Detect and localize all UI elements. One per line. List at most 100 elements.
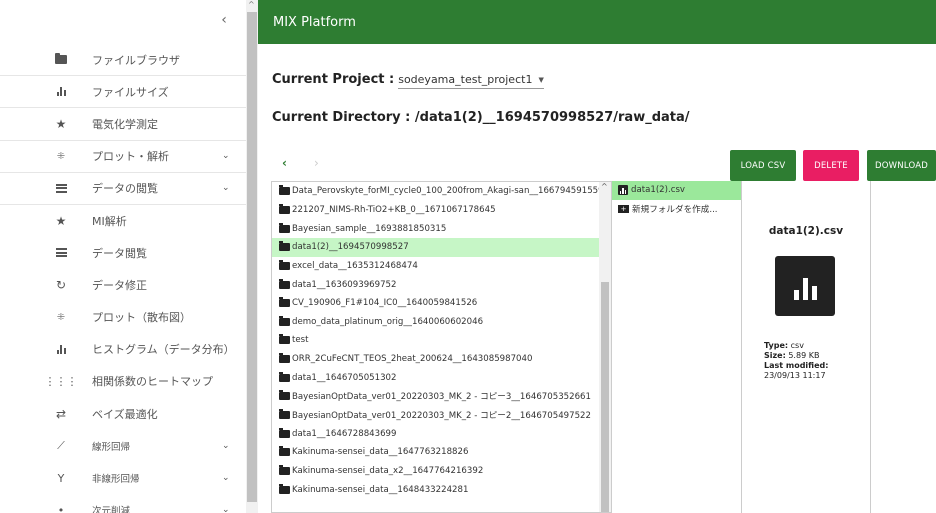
sidebar-item[interactable]: ⁜ プロット（散布図） — [0, 302, 246, 334]
folder-item[interactable]: Kakinuma-sensei_data__1648433224281 — [272, 480, 601, 499]
folder-list-scrollbar[interactable]: ^ — [599, 182, 611, 512]
folder-item[interactable]: data1(2)__1694570998527 — [272, 237, 601, 257]
sidebar-item-label: 電気化学測定 — [92, 117, 158, 131]
app-title: MIX Platform — [273, 14, 356, 30]
folder-icon — [279, 297, 290, 308]
scroll-up-arrow-icon[interactable]: ^ — [601, 182, 608, 191]
folder-icon — [279, 483, 290, 494]
folder-icon — [279, 390, 290, 401]
folder-item-label: Kakinuma-sensei_data__1647763218826 — [292, 447, 469, 458]
sidebar-scrollbar[interactable]: ^ — [246, 0, 258, 513]
sidebar-item[interactable]: ファイルサイズ — [0, 76, 246, 109]
folder-item[interactable]: data1__1646705051302 — [272, 368, 601, 387]
sidebar-item[interactable]: ファイルブラウザ — [0, 44, 246, 77]
sidebar-item[interactable]: ★ MI解析 — [0, 205, 246, 237]
sidebar-item[interactable]: データの閲覧 ⌄ — [0, 173, 246, 205]
file-item-label: data1(2).csv — [631, 185, 686, 196]
grid-icon: ⋮⋮⋮ — [44, 374, 78, 388]
folder-item-label: ORR_2CuFeCNT_TEOS_2heat_200624__16430859… — [292, 354, 533, 365]
folder-item[interactable]: BayesianOptData_ver01_20220303_MK_2 - コピ… — [272, 387, 601, 406]
sidebar-item-label: 非線形回帰 — [92, 474, 140, 486]
folder-item-label: Bayesian_sample__1693881850315 — [292, 223, 447, 234]
folder-item-label: data1(2)__1694570998527 — [292, 242, 409, 253]
folder-icon — [279, 409, 290, 419]
folder-item[interactable]: test — [272, 331, 601, 350]
folder-item-label: excel_data__1635312468474 — [292, 260, 418, 271]
project-select[interactable]: sodeyama_test_project1 ▼ — [398, 73, 544, 89]
folder-item-label: Kakinuma-sensei_data__1648433224281 — [292, 484, 469, 495]
sidebar-item[interactable]: ⇄ ベイズ最適化 — [0, 398, 246, 430]
sidebar: ‹ ファイルブラウザ ファイルサイズ ★ 電気化学測定 ⁜ プロット・解析 ⌄ データの閲覧 ⌄… — [0, 0, 246, 513]
list-icon — [54, 237, 68, 268]
sidebar-item[interactable]: ヒストグラム（データ分布） — [0, 334, 246, 366]
folder-icon — [279, 222, 290, 233]
sidebar-scroll-thumb[interactable] — [247, 12, 257, 502]
sidebar-item[interactable]: ⋮⋮⋮ 相関係数のヒートマップ — [0, 366, 246, 398]
folder-item[interactable]: data1__1636093969752 — [272, 275, 601, 294]
sidebar-item-label: データ修正 — [92, 278, 147, 292]
dot-icon: • — [57, 503, 65, 513]
sidebar-item[interactable]: ★ 電気化学測定 — [0, 108, 246, 141]
folder-item-label: demo_data_platinum_orig__1640060602046 — [292, 316, 484, 327]
folder-item[interactable]: 221207_NIMS-Rh-TiO2+KB_0__1671067178645 — [272, 201, 601, 220]
folder-item[interactable]: Bayesian_sample__1693881850315 — [272, 219, 601, 238]
sidebar-item-label: プロット・解析 — [92, 150, 169, 164]
folder-item[interactable]: data1__1646728843699 — [272, 424, 601, 443]
folder-item-label: data1__1636093969752 — [292, 279, 397, 290]
collapse-sidebar-button[interactable]: ‹ — [216, 12, 232, 30]
folder-icon — [279, 371, 290, 382]
list-icon — [54, 173, 68, 204]
current-project-label: Current Project : — [272, 72, 395, 87]
sidebar-item-label: ヒストグラム（データ分布） — [92, 343, 235, 357]
back-button[interactable]: ‹ — [282, 156, 287, 170]
forward-button[interactable]: › — [314, 156, 319, 170]
folder-icon — [279, 185, 290, 196]
current-directory: Current Directory : /data1(2)__169457099… — [272, 110, 690, 125]
bar-chart-icon — [54, 334, 68, 365]
csv-file-icon — [618, 185, 628, 196]
file-item[interactable]: data1(2).csv — [612, 181, 741, 200]
folder-list-scroll-thumb[interactable] — [601, 282, 609, 512]
type-label: Type: — [764, 341, 789, 350]
sidebar-item-label: MI解析 — [92, 214, 127, 228]
folder-item[interactable]: Data_Perovskyte_forMI_cycle0_100_200from… — [272, 182, 601, 201]
modified-label: Last modified: — [764, 361, 829, 370]
new-folder-item[interactable]: + 新規フォルダを作成... — [612, 200, 741, 219]
chevron-down-icon: ⌄ — [222, 440, 230, 451]
sidebar-item[interactable]: ↻ データ修正 — [0, 269, 246, 301]
folder-item-label: data1__1646728843699 — [292, 428, 397, 439]
folder-item[interactable]: Kakinuma-sensei_data_x2__1647764216392 — [272, 462, 601, 481]
sidebar-item[interactable]: ⟋ 線形回帰 ⌄ — [0, 430, 246, 462]
folder-item[interactable]: Kakinuma-sensei_data__1647763218826 — [272, 443, 601, 462]
download-button[interactable]: DOWNLOAD — [867, 150, 936, 181]
folder-item[interactable]: ORR_2CuFeCNT_TEOS_2heat_200624__16430859… — [272, 350, 601, 369]
folder-item[interactable]: CV_190906_F1#104_IC0__1640059841526 — [272, 294, 601, 313]
folder-item-label: BayesianOptData_ver01_20220303_MK_2 - コピ… — [292, 411, 591, 421]
sidebar-item[interactable]: Y 非線形回帰 ⌄ — [0, 462, 246, 494]
folder-item-label: 221207_NIMS-Rh-TiO2+KB_0__1671067178645 — [292, 204, 496, 215]
sidebar-item[interactable]: • 次元削減 ⌄ — [0, 495, 246, 513]
refresh-icon: ↻ — [55, 277, 67, 292]
delete-button[interactable]: DELETE — [803, 150, 859, 181]
folder-item[interactable]: BayesianOptData_ver01_20220303_MK_2 - コピ… — [272, 406, 601, 425]
folder-icon — [279, 315, 290, 326]
new-folder-icon: + — [618, 204, 629, 213]
scroll-up-arrow-icon[interactable]: ^ — [248, 0, 255, 9]
load-csv-button[interactable]: LOAD CSV — [730, 150, 796, 181]
folder-item-label: CV_190906_F1#104_IC0__1640059841526 — [292, 298, 478, 309]
sidebar-item-label: データ閲覧 — [92, 246, 147, 260]
swap-icon: ⇄ — [55, 406, 67, 421]
chevron-down-icon: ⌄ — [222, 473, 230, 484]
folder-icon — [279, 203, 290, 214]
sidebar-item[interactable]: データ閲覧 — [0, 237, 246, 269]
current-project-row: Current Project : sodeyama_test_project1… — [272, 72, 544, 89]
type-value: csv — [790, 341, 804, 350]
folder-icon — [279, 427, 290, 438]
folder-icon — [279, 353, 290, 364]
folder-item[interactable]: demo_data_platinum_orig__1640060602046 — [272, 312, 601, 331]
folder-item[interactable]: excel_data__1635312468474 — [272, 257, 601, 276]
sidebar-item[interactable]: ⁜ プロット・解析 ⌄ — [0, 141, 246, 173]
new-folder-label: 新規フォルダを作成... — [632, 204, 718, 215]
folder-icon — [279, 464, 290, 475]
file-metadata: Type: csv Size: 5.89 KB Last modified: 2… — [764, 341, 828, 381]
